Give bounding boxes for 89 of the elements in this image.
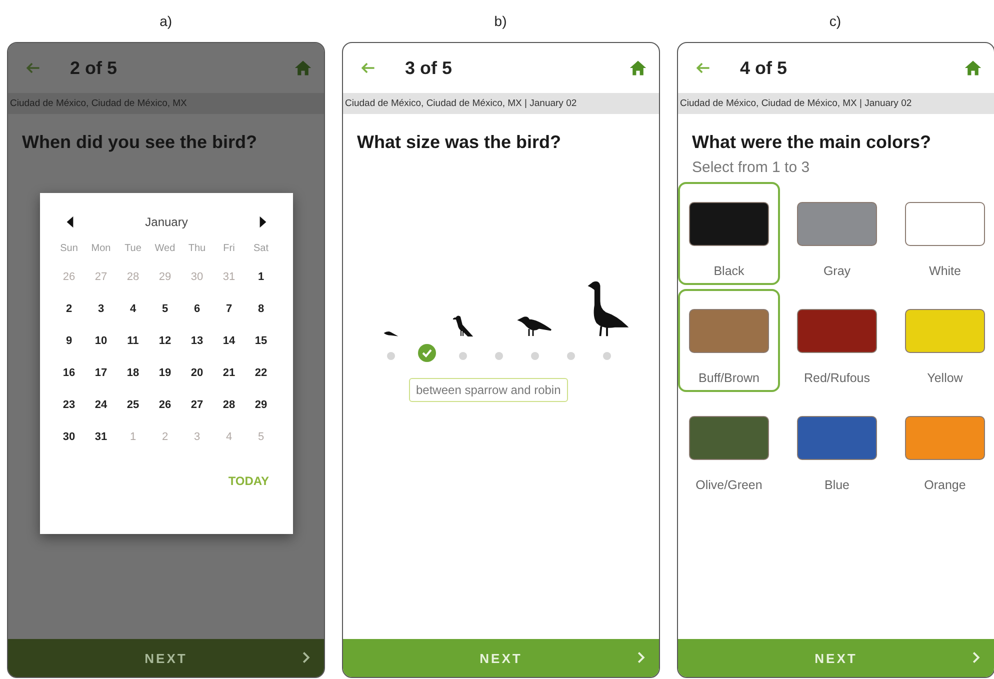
size-option-dot[interactable] xyxy=(459,352,467,360)
calendar-day[interactable]: 11 xyxy=(127,332,139,350)
check-circle-icon[interactable] xyxy=(418,344,436,362)
color-option[interactable]: Gray xyxy=(786,182,888,285)
chevron-right-icon xyxy=(302,651,310,664)
calendar-day[interactable]: 5 xyxy=(162,300,168,318)
bird-silhouette-icon[interactable] xyxy=(517,314,553,338)
color-name: Yellow xyxy=(927,371,963,385)
calendar-day[interactable]: 15 xyxy=(254,332,268,350)
panel-label: b) xyxy=(494,13,507,29)
calendar-day[interactable]: 27 xyxy=(190,396,204,414)
calendar-day[interactable]: 20 xyxy=(190,364,204,382)
calendar-day[interactable]: 12 xyxy=(158,332,172,350)
calendar-day[interactable]: 23 xyxy=(62,396,76,414)
color-option[interactable]: White xyxy=(894,182,994,285)
home-icon[interactable] xyxy=(294,59,312,77)
calendar-day[interactable]: 14 xyxy=(222,332,236,350)
calendar-day[interactable]: 1 xyxy=(258,268,264,286)
color-option[interactable]: Red/Rufous xyxy=(786,289,888,392)
calendar-day[interactable]: 21 xyxy=(222,364,236,382)
calendar-day[interactable]: 16 xyxy=(62,364,76,382)
step-counter: 3 of 5 xyxy=(405,58,452,78)
location-bar: Ciudad de México, Ciudad de México, MX | January 02 xyxy=(678,93,994,114)
calendar-day[interactable]: 6 xyxy=(194,300,200,318)
calendar-day[interactable]: 18 xyxy=(126,364,140,382)
color-name: Black xyxy=(714,264,744,278)
calendar-day[interactable]: 8 xyxy=(258,300,264,318)
weekday-label: Tue xyxy=(124,243,142,254)
size-label: between sparrow and robin xyxy=(409,378,568,402)
size-option-dot[interactable] xyxy=(603,352,611,360)
calendar-day[interactable]: 30 xyxy=(62,428,76,446)
previous-month-icon[interactable] xyxy=(66,216,74,228)
calendar-day[interactable]: 2 xyxy=(66,300,72,318)
weekday-label: Sun xyxy=(60,243,78,254)
calendar-day[interactable]: 24 xyxy=(94,396,108,414)
step-counter: 4 of 5 xyxy=(740,58,788,78)
color-name: Red/Rufous xyxy=(804,371,870,385)
calendar-day[interactable]: 17 xyxy=(94,364,108,382)
home-icon[interactable] xyxy=(964,59,982,77)
month-title: January xyxy=(145,215,188,229)
weekday-label: Fri xyxy=(223,243,235,254)
location-bar: Ciudad de México, Ciudad de México, MX xyxy=(8,93,324,114)
calendar-day[interactable]: 25 xyxy=(126,396,140,414)
color-option[interactable]: Buff/Brown xyxy=(678,289,780,392)
question-text: What size was the bird? xyxy=(356,131,562,153)
next-month-icon[interactable] xyxy=(258,216,267,228)
color-name: Orange xyxy=(924,478,966,492)
bird-silhouette-icon[interactable] xyxy=(453,314,473,338)
panel-label: c) xyxy=(829,13,842,29)
size-option-dot[interactable] xyxy=(531,352,539,360)
goose-silhouette-icon[interactable] xyxy=(585,280,629,338)
color-option[interactable]: Orange xyxy=(894,396,994,499)
color-option[interactable]: Olive/Green xyxy=(678,396,780,499)
chevron-right-icon xyxy=(972,651,980,664)
location-bar: Ciudad de México, Ciudad de México, MX | January 02 xyxy=(343,93,659,114)
calendar-day[interactable]: 22 xyxy=(254,364,268,382)
color-name: Blue xyxy=(824,478,850,492)
home-icon[interactable] xyxy=(629,59,647,77)
calendar-day[interactable]: 9 xyxy=(66,332,72,350)
question-text: What were the main colors? xyxy=(691,131,932,153)
size-option-dot[interactable] xyxy=(387,352,395,360)
calendar-day[interactable]: 19 xyxy=(158,364,172,382)
calendar-day[interactable]: 13 xyxy=(190,332,204,350)
size-option-dot[interactable] xyxy=(567,352,575,360)
weekday-label: Thu xyxy=(188,243,206,254)
calendar-day[interactable]: 7 xyxy=(226,300,232,318)
color-option[interactable]: Yellow xyxy=(894,289,994,392)
weekday-label: Sat xyxy=(253,243,268,254)
color-name: Buff/Brown xyxy=(698,371,760,385)
calendar-day[interactable]: 29 xyxy=(254,396,268,414)
color-option[interactable]: Blue xyxy=(786,396,888,499)
calendar-day[interactable]: 4 xyxy=(130,300,136,318)
calendar-day[interactable]: 26 xyxy=(158,396,172,414)
calendar-day[interactable]: 28 xyxy=(222,396,236,414)
question-text: When did you see the bird? xyxy=(21,131,258,153)
hint-text: Select from 1 to 3 xyxy=(691,158,811,176)
calendar-day[interactable]: 31 xyxy=(94,428,108,446)
weekday-label: Wed xyxy=(154,243,176,254)
calendar-day[interactable]: 3 xyxy=(98,300,104,318)
chevron-right-icon xyxy=(637,651,645,664)
weekday-label: Mon xyxy=(91,243,111,254)
size-option-dot[interactable] xyxy=(495,352,503,360)
color-name: Olive/Green xyxy=(696,478,762,492)
color-name: Gray xyxy=(823,264,851,278)
step-counter: 2 of 5 xyxy=(70,58,118,78)
color-option[interactable]: Black xyxy=(678,182,780,285)
calendar-day[interactable]: 10 xyxy=(94,332,108,350)
color-name: White xyxy=(929,264,961,278)
panel-label: a) xyxy=(160,13,172,29)
